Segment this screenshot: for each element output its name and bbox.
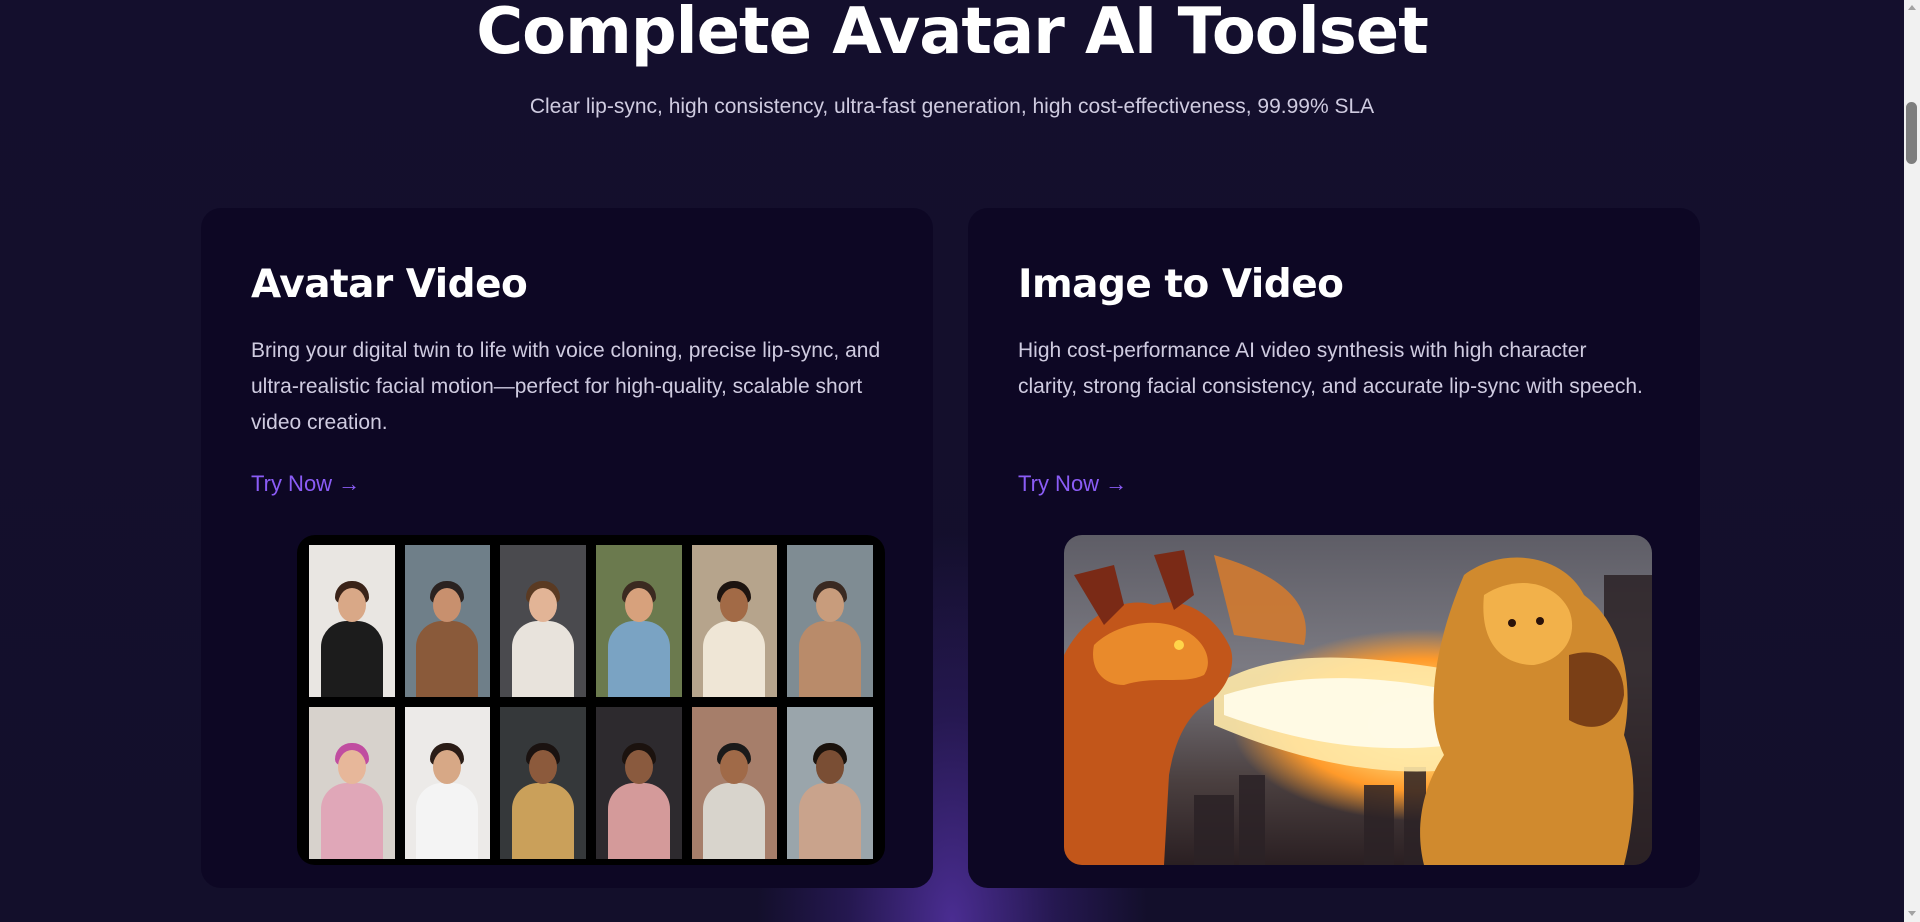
avatar-face [433,587,462,622]
avatar-face [337,587,366,622]
avatar-tile [787,545,873,697]
avatar-video-description: Bring your digital twin to life with voi… [251,339,881,434]
page-subtitle: Clear lip-sync, high consistency, ultra-… [529,95,1375,118]
avatar-face [720,587,749,622]
image-to-video-card: Image to Video High cost-performance AI … [968,208,1700,888]
avatar-tile [500,545,586,697]
avatar-body [607,621,670,697]
scene-illustration [1064,550,1652,865]
avatar-tile [691,707,778,859]
avatar-face [624,749,653,784]
avatar-video-preview [297,535,885,865]
avatar-body [703,621,766,697]
avatar-face [529,587,558,622]
avatar-tile [309,707,395,859]
avatar-body [703,783,766,859]
page-title: Complete Avatar AI Toolset [476,0,1429,69]
avatar-body [607,783,670,859]
avatar-video-try-now-link[interactable]: Try Now → [251,471,360,497]
avatar-tile [309,545,395,697]
avatar-face [433,749,462,784]
avatar-tile [500,707,586,859]
avatar-tile [787,707,873,859]
avatar-tile [595,545,682,697]
dragon-vs-gorilla-scene [1064,535,1652,865]
image-to-video-try-now-link[interactable]: Try Now → [1018,471,1127,497]
avatar-face [624,587,653,622]
avatar-face [816,587,845,622]
avatar-video-title: Avatar Video [251,262,528,307]
scroll-up-arrow-icon[interactable] [1908,5,1916,10]
avatar-body [320,621,383,697]
gorilla-figure [1420,557,1634,865]
avatar-body [416,621,479,697]
scroll-down-arrow-icon[interactable] [1908,911,1916,916]
avatar-body [512,621,575,697]
avatar-face [337,749,366,784]
avatar-body [799,783,862,859]
avatar-body [799,621,862,697]
avatar-tile [691,545,778,697]
avatar-body [416,783,479,859]
image-to-video-description: High cost-performance AI video synthesis… [1018,339,1643,398]
avatar-body [320,783,383,859]
avatar-face [529,749,558,784]
scrollbar-thumb[interactable] [1906,102,1917,164]
page-background: Complete Avatar AI Toolset Clear lip-syn… [0,0,1904,922]
avatar-tile [595,707,682,859]
avatar-body [512,783,575,859]
avatar-tile [404,545,491,697]
avatar-video-card: Avatar Video Bring your digital twin to … [201,208,933,888]
avatar-grid [309,545,873,859]
avatar-face [816,749,845,784]
avatar-tile [404,707,491,859]
avatar-face [720,749,749,784]
image-to-video-title: Image to Video [1018,262,1344,307]
